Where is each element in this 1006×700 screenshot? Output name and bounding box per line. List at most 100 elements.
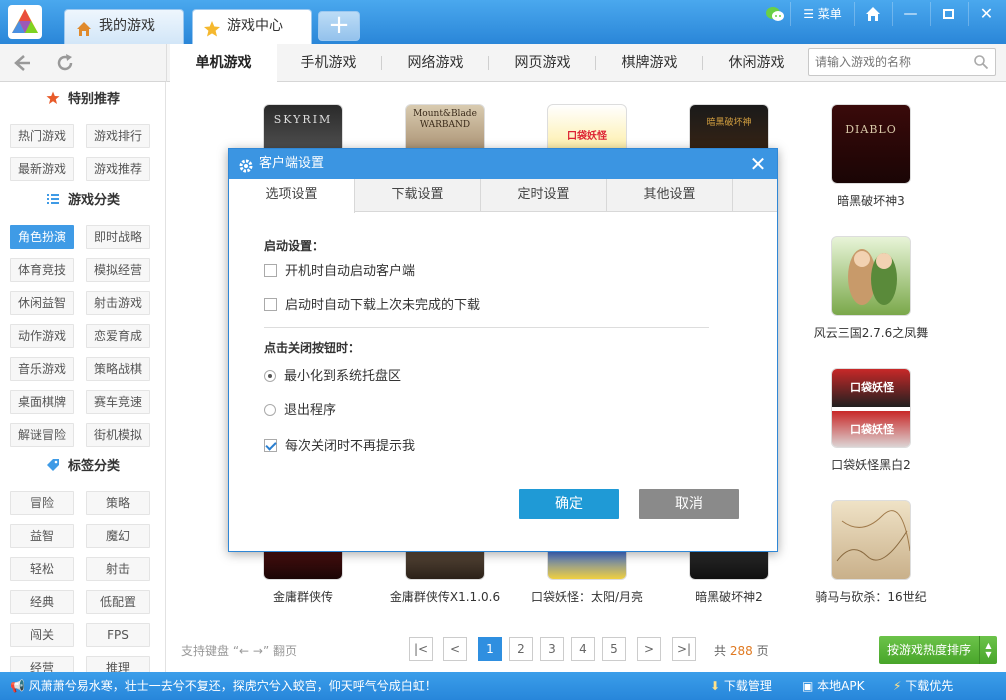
last-page-button[interactable]: >| [672, 637, 696, 661]
sidebar-item-romance[interactable]: 恋爱育成 [86, 324, 150, 348]
tag-item[interactable]: 冒险 [10, 491, 74, 515]
radio[interactable] [264, 370, 276, 382]
category-mobile[interactable]: 手机游戏 [275, 44, 382, 82]
page-button[interactable]: 1 [478, 637, 502, 661]
sidebar-item-music[interactable]: 音乐游戏 [10, 357, 74, 381]
tab-game-center[interactable]: 游戏中心 [192, 9, 312, 44]
tag-item[interactable]: FPS [86, 623, 150, 647]
tag-item[interactable]: 经营 [10, 656, 74, 672]
download-priority-button[interactable]: ⚡ 下载优先 [893, 672, 953, 700]
tag-item[interactable]: 益智 [10, 524, 74, 548]
menu-button[interactable]: ☰ 菜单 [790, 2, 854, 26]
category-label: 单机游戏 [196, 55, 252, 71]
game-card[interactable]: 口袋妖怪 口袋妖怪 口袋妖怪黑白2 [811, 368, 931, 473]
megaphone-icon: 📢 [10, 679, 25, 693]
sidebar-item-hot[interactable]: 热门游戏 [10, 124, 74, 148]
auto-resume-checkbox[interactable]: 启动时自动下载上次未完成的下载 [264, 298, 480, 314]
add-tab-button[interactable]: + [318, 11, 360, 41]
category-standalone[interactable]: 单机游戏 [170, 44, 277, 83]
sidebar-item-sim[interactable]: 模拟经营 [86, 258, 150, 282]
local-apk-button[interactable]: ▣ 本地APK [802, 672, 865, 700]
checkbox[interactable] [264, 298, 277, 311]
cancel-button[interactable]: 取消 [639, 489, 739, 519]
category-nav: 单机游戏 手机游戏 网络游戏 网页游戏 棋牌游戏 休闲游戏 [0, 44, 1006, 82]
dialog-title-bar: 客户端设置 ✕ [229, 149, 777, 179]
tab-my-games[interactable]: 我的游戏 [64, 9, 184, 44]
tag-item[interactable]: 轻松 [10, 557, 74, 581]
game-card[interactable]: 骑马与砍杀：16世纪 [811, 500, 931, 605]
game-card[interactable]: 暗黑破坏神2 [669, 550, 789, 605]
home-button[interactable] [854, 2, 890, 26]
sidebar-item-shooter[interactable]: 射击游戏 [86, 291, 150, 315]
tag-item[interactable]: 策略 [86, 491, 150, 515]
tag-item[interactable]: 射击 [86, 557, 150, 581]
exit-program-radio[interactable]: 退出程序 [264, 403, 336, 419]
tag-item[interactable]: 经典 [10, 590, 74, 614]
tag-item[interactable]: 低配置 [86, 590, 150, 614]
game-name: 骑马与砍杀：16世纪 [811, 588, 931, 605]
sidebar-item-recommend[interactable]: 游戏推荐 [86, 157, 150, 181]
sidebar-item-board[interactable]: 桌面棋牌 [10, 390, 74, 414]
close-button[interactable]: ✕ [968, 2, 1004, 26]
minimize-tray-radio[interactable]: 最小化到系统托盘区 [264, 369, 401, 385]
prev-page-button[interactable]: < [443, 637, 467, 661]
game-card[interactable]: 金庸群侠传X1.1.0.6 [385, 550, 505, 605]
category-chess[interactable]: 棋牌游戏 [596, 44, 703, 82]
sidebar-item-adventure[interactable]: 解谜冒险 [10, 423, 74, 447]
game-cover [689, 550, 769, 580]
first-page-button[interactable]: |< [409, 637, 433, 661]
tab-schedule[interactable]: 定时设置 [481, 179, 607, 212]
page-button[interactable]: 3 [540, 637, 564, 661]
refresh-icon[interactable] [54, 52, 76, 74]
sidebar-item-strategy[interactable]: 策略战棋 [86, 357, 150, 381]
sidebar-item-rpg[interactable]: 角色扮演 [10, 225, 74, 249]
game-card[interactable]: 口袋妖怪：太阳/月亮 [527, 550, 647, 605]
sidebar-item-arcade[interactable]: 街机模拟 [86, 423, 150, 447]
radio[interactable] [264, 404, 276, 416]
sidebar-item-puzzle[interactable]: 休闲益智 [10, 291, 74, 315]
page-button[interactable]: 2 [509, 637, 533, 661]
minimize-icon: — [904, 6, 918, 22]
tag-item[interactable]: 闯关 [10, 623, 74, 647]
tab-options[interactable]: 选项设置 [229, 179, 355, 213]
close-icon: ✕ [980, 4, 993, 23]
game-card[interactable]: 金庸群侠传 [243, 550, 363, 605]
sidebar-item-racing[interactable]: 赛车竞速 [86, 390, 150, 414]
status-bar: 📢 风萧萧兮易水寒，壮士一去兮不复还，探虎穴兮入蛟宫，仰天呼气兮成白虹！ ⬇ 下… [0, 672, 1006, 700]
tab-other[interactable]: 其他设置 [607, 179, 733, 212]
wechat-button[interactable] [760, 2, 790, 26]
sidebar-item-action[interactable]: 动作游戏 [10, 324, 74, 348]
sort-dropdown[interactable]: 按游戏热度排序 ▲▼ [879, 636, 997, 664]
download-manager-button[interactable]: ⬇ 下载管理 [710, 672, 772, 700]
checkbox[interactable] [264, 439, 277, 452]
sidebar-item-sports[interactable]: 体育竞技 [10, 258, 74, 282]
ok-button[interactable]: 确定 [519, 489, 619, 519]
sidebar-item-newest[interactable]: 最新游戏 [10, 157, 74, 181]
game-card[interactable]: DIABLO 暗黑破坏神3 [811, 104, 931, 209]
hamburger-icon: ☰ [803, 7, 814, 21]
tag-item[interactable]: 魔幻 [86, 524, 150, 548]
sidebar-item-rts[interactable]: 即时战略 [86, 225, 150, 249]
search-icon[interactable] [973, 54, 989, 70]
next-page-button[interactable]: > [637, 637, 661, 661]
dialog-close-button[interactable]: ✕ [747, 153, 769, 175]
category-web[interactable]: 网页游戏 [489, 44, 596, 82]
category-online[interactable]: 网络游戏 [382, 44, 489, 82]
game-card[interactable]: 风云三国2.7.6之凤舞 [811, 236, 931, 341]
app-logo [8, 5, 42, 39]
minimize-button[interactable]: — [892, 2, 928, 26]
auto-start-checkbox[interactable]: 开机时自动启动客户端 [264, 264, 415, 280]
tag-item[interactable]: 推理 [86, 656, 150, 672]
maximize-button[interactable] [930, 2, 966, 26]
search-input[interactable] [809, 49, 967, 75]
sidebar-item-ranking[interactable]: 游戏排行 [86, 124, 150, 148]
tab-download[interactable]: 下载设置 [355, 179, 481, 212]
checkbox[interactable] [264, 264, 277, 277]
page-button[interactable]: 4 [571, 637, 595, 661]
back-icon[interactable] [10, 52, 32, 74]
close-behavior-label: 点击关闭按钮时： [264, 339, 360, 356]
no-prompt-checkbox[interactable]: 每次关闭时不再提示我 [264, 439, 415, 455]
title-bar: 我的游戏 游戏中心 + ☰ 菜单 — ✕ [0, 0, 1006, 44]
page-button[interactable]: 5 [602, 637, 626, 661]
category-casual[interactable]: 休闲游戏 [703, 44, 810, 82]
